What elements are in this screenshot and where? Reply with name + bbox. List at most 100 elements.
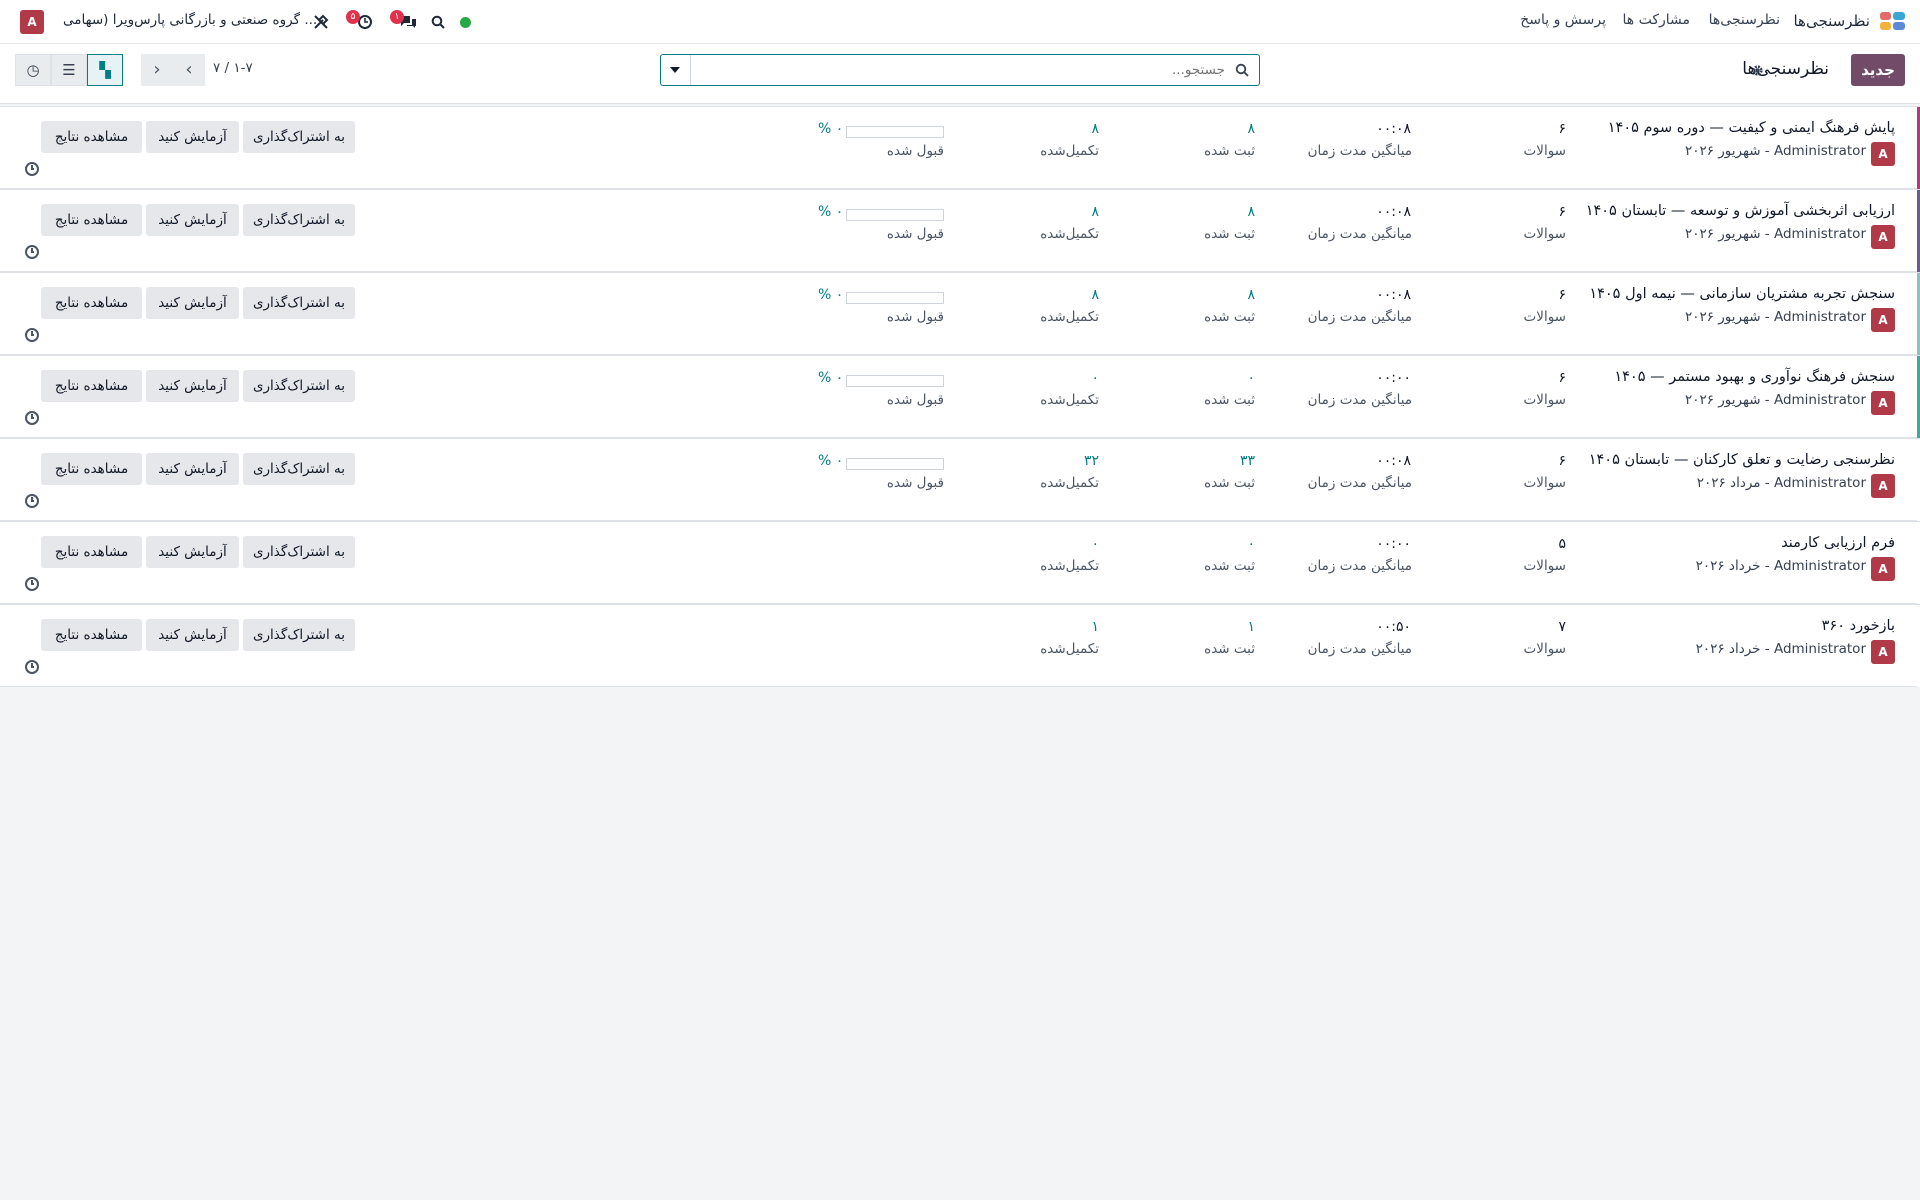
survey-title[interactable]: سنجش تجربه مشتریان سازمانی — نیمه اول ۱۴… xyxy=(1589,286,1895,302)
see-results-button[interactable]: مشاهده نتایج xyxy=(41,204,142,236)
settings-gear-icon[interactable] xyxy=(1751,64,1764,77)
pager-next-button[interactable]: › xyxy=(141,54,173,86)
new-button[interactable]: جدید xyxy=(1851,54,1905,86)
test-button[interactable]: آزمایش کنید xyxy=(146,453,239,485)
test-button[interactable]: آزمایش کنید xyxy=(146,121,239,153)
avg-time-label: میانگین مدت زمان xyxy=(1307,143,1412,159)
activity-view-button[interactable]: ◷ xyxy=(15,54,51,86)
survey-title[interactable]: بازخورد ۳۶۰ xyxy=(1822,618,1895,634)
share-button[interactable]: به اشتراک‌گذاری xyxy=(243,453,355,485)
share-button[interactable]: به اشتراک‌گذاری xyxy=(243,536,355,568)
chat-badge: ۱ xyxy=(390,10,404,24)
questions-label: سوالات xyxy=(1523,392,1566,408)
activity-clock-icon[interactable] xyxy=(25,577,39,591)
menu-surveys[interactable]: نظرسنجی‌ها xyxy=(1709,12,1780,28)
avg-time-label: میانگین مدت زمان xyxy=(1307,558,1412,574)
survey-title[interactable]: ارزیابی اثربخشی آموزش و توسعه — تابستان … xyxy=(1586,203,1895,219)
app-name[interactable]: نظرسنجی‌ها xyxy=(1793,12,1870,30)
survey-title[interactable]: سنجش فرهنگ نوآوری و بهبود مستمر — ۱۴۰۵ xyxy=(1614,369,1895,385)
avg-time-value: ۰۰:۵۰ xyxy=(1376,619,1411,635)
survey-card[interactable]: فرم ارزیابی کارمند A Administrator - خرداد… xyxy=(0,521,1920,604)
kanban-view-button[interactable]: ▚ xyxy=(87,54,123,86)
activity-clock-icon[interactable] xyxy=(25,494,39,508)
questions-label: سوالات xyxy=(1523,143,1566,159)
avg-time-label: میانگین مدت زمان xyxy=(1307,641,1412,657)
survey-card[interactable]: بازخورد ۳۶۰ A Administrator - خرداد ۲۰۲۶ ۷ س… xyxy=(0,604,1920,687)
avg-time-label: میانگین مدت زمان xyxy=(1307,392,1412,408)
list-view-button[interactable]: ☰ xyxy=(51,54,87,86)
responsible-avatar: A xyxy=(1871,640,1895,664)
caret-down-icon xyxy=(670,67,680,73)
questions-label: سوالات xyxy=(1523,475,1566,491)
survey-title[interactable]: فرم ارزیابی کارمند xyxy=(1781,535,1895,551)
completed-count[interactable]: ۸ xyxy=(1091,204,1099,220)
pass-rate: ۰ % xyxy=(818,121,844,137)
passed-label: قبول شده xyxy=(886,143,944,159)
completed-label: تکمیل‌شده xyxy=(1040,309,1099,325)
search-icon[interactable] xyxy=(431,15,445,29)
activity-clock-icon[interactable] xyxy=(25,245,39,259)
share-button[interactable]: به اشتراک‌گذاری xyxy=(243,287,355,319)
search-input[interactable] xyxy=(695,57,1225,83)
list-icon: ☰ xyxy=(62,61,76,79)
test-button[interactable]: آزمایش کنید xyxy=(146,536,239,568)
survey-title[interactable]: نظرسنجی رضایت و تعلق کارکنان — تابستان ۱… xyxy=(1589,452,1895,468)
share-button[interactable]: به اشتراک‌گذاری xyxy=(243,121,355,153)
completed-count[interactable]: ۸ xyxy=(1091,121,1099,137)
share-button[interactable]: به اشتراک‌گذاری xyxy=(243,619,355,651)
share-button[interactable]: به اشتراک‌گذاری xyxy=(243,370,355,402)
registered-count[interactable]: ۸ xyxy=(1247,204,1255,220)
test-button[interactable]: آزمایش کنید xyxy=(146,287,239,319)
menu-qa[interactable]: پرسش و پاسخ xyxy=(1520,12,1606,28)
search-options-toggle[interactable] xyxy=(661,55,691,85)
registered-count[interactable]: ۱ xyxy=(1247,619,1255,635)
kanban-icon: ▚ xyxy=(99,61,111,79)
activity-clock-icon[interactable] xyxy=(25,328,39,342)
activity-clock-icon[interactable] xyxy=(25,411,39,425)
completed-count[interactable]: ۰ xyxy=(1091,370,1099,386)
completed-count[interactable]: ۸ xyxy=(1091,287,1099,303)
registered-count[interactable]: ۸ xyxy=(1247,287,1255,303)
app-logo-icon[interactable] xyxy=(1880,12,1906,32)
survey-card[interactable]: نظرسنجی رضایت و تعلق کارکنان — تابستان ۱… xyxy=(0,438,1920,521)
company-switcher[interactable]: گروه صنعتی و بازرگانی پارس‌ویرا (سهامی .… xyxy=(63,12,317,28)
see-results-button[interactable]: مشاهده نتایج xyxy=(41,370,142,402)
see-results-button[interactable]: مشاهده نتایج xyxy=(41,121,142,153)
survey-card[interactable]: سنجش تجربه مشتریان سازمانی — نیمه اول ۱۴… xyxy=(0,272,1920,355)
survey-card[interactable]: سنجش فرهنگ نوآوری و بهبود مستمر — ۱۴۰۵ A A… xyxy=(0,355,1920,438)
pass-progress-bar xyxy=(846,126,944,138)
survey-title[interactable]: پایش فرهنگ ایمنی و کیفیت — دوره سوم ۱۴۰۵ xyxy=(1608,120,1895,136)
registered-label: ثبت شده xyxy=(1204,143,1255,159)
activity-clock-icon[interactable] xyxy=(25,660,39,674)
menu-participations[interactable]: مشارکت ها xyxy=(1622,12,1690,28)
questions-label: سوالات xyxy=(1523,226,1566,242)
registered-count[interactable]: ۳۳ xyxy=(1240,453,1255,469)
activity-clock-icon[interactable] xyxy=(25,162,39,176)
pager-value[interactable]: ۱-۷ / ۷ xyxy=(213,60,253,76)
completed-label: تکمیل‌شده xyxy=(1040,143,1099,159)
completed-count[interactable]: ۳۲ xyxy=(1084,453,1099,469)
registered-count[interactable]: ۰ xyxy=(1247,536,1255,552)
user-avatar[interactable]: A xyxy=(20,10,44,34)
survey-card[interactable]: ارزیابی اثربخشی آموزش و توسعه — تابستان … xyxy=(0,189,1920,272)
chevron-left-icon: ‹ xyxy=(185,59,193,80)
test-button[interactable]: آزمایش کنید xyxy=(146,204,239,236)
share-button[interactable]: به اشتراک‌گذاری xyxy=(243,204,355,236)
registered-count[interactable]: ۰ xyxy=(1247,370,1255,386)
test-button[interactable]: آزمایش کنید xyxy=(146,370,239,402)
see-results-button[interactable]: مشاهده نتایج xyxy=(41,536,142,568)
search-submit-icon[interactable] xyxy=(1235,63,1249,77)
completed-count[interactable]: ۱ xyxy=(1091,619,1099,635)
see-results-button[interactable]: مشاهده نتایج xyxy=(41,619,142,651)
see-results-button[interactable]: مشاهده نتایج xyxy=(41,453,142,485)
registered-count[interactable]: ۸ xyxy=(1247,121,1255,137)
passed-label: قبول شده xyxy=(886,475,944,491)
pass-progress-bar xyxy=(846,458,944,470)
completed-count[interactable]: ۰ xyxy=(1091,536,1099,552)
survey-card[interactable]: پایش فرهنگ ایمنی و کیفیت — دوره سوم ۱۴۰۵… xyxy=(0,106,1920,189)
see-results-button[interactable]: مشاهده نتایج xyxy=(41,287,142,319)
test-button[interactable]: آزمایش کنید xyxy=(146,619,239,651)
debug-tools-icon[interactable] xyxy=(313,14,329,30)
questions-count: ۶ xyxy=(1558,121,1566,137)
pager-previous-button[interactable]: ‹ xyxy=(173,54,205,86)
